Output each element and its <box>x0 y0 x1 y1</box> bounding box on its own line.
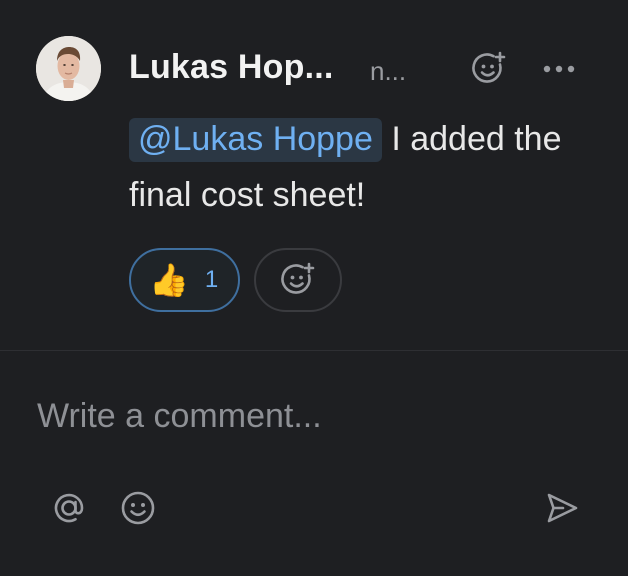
emoji-button[interactable] <box>116 486 160 530</box>
mention-button[interactable] <box>47 486 91 530</box>
more-options-button[interactable] <box>537 47 581 91</box>
user-mention[interactable]: @Lukas Hoppe <box>129 118 382 162</box>
comment-body: @Lukas Hoppe I added the final cost shee… <box>129 111 589 223</box>
smiley-plus-icon <box>281 262 315 294</box>
comment-input[interactable] <box>37 387 577 445</box>
avatar[interactable] <box>36 36 101 101</box>
reactions-bar: 👍 1 <box>129 248 342 312</box>
reaction-count: 1 <box>204 266 219 293</box>
thumbs-up-icon: 👍 <box>149 262 189 298</box>
reaction-thumbs-up[interactable]: 👍 1 <box>129 248 240 312</box>
comment-item: Lukas Hop... n... @Lukas Hoppe I added t… <box>0 0 628 350</box>
comment-composer <box>0 351 628 576</box>
smiley-plus-icon <box>472 51 506 83</box>
send-button[interactable] <box>540 486 584 530</box>
author-name[interactable]: Lukas Hop... <box>129 48 334 87</box>
send-icon <box>547 493 578 523</box>
at-sign-icon <box>54 493 84 523</box>
add-reaction-chip[interactable] <box>254 248 342 312</box>
smiley-icon <box>121 491 155 525</box>
add-reaction-button[interactable] <box>467 47 511 91</box>
comment-panel: Lukas Hop... n... @Lukas Hoppe I added t… <box>0 0 628 576</box>
more-horizontal-icon <box>543 65 575 73</box>
comment-timestamp: n... <box>370 56 407 86</box>
avatar-portrait <box>36 36 101 101</box>
